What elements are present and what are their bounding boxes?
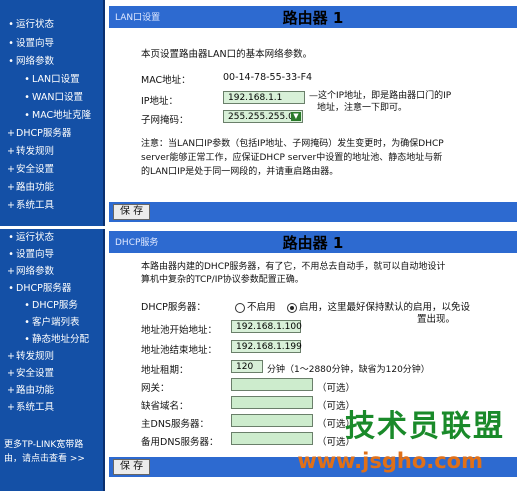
sidebar-item[interactable]: +网络参数 [0, 265, 54, 279]
section-header: LAN口设置 路由器 1 [109, 6, 517, 28]
radio-on[interactable] [287, 302, 297, 313]
note-line2: server能够正常工作，应保证DHCP server中设置的地址池、静态地址与… [141, 153, 443, 163]
sidebar-item[interactable]: +安全设置 [0, 367, 54, 381]
sidebar-item[interactable]: +路由功能 [0, 181, 54, 195]
optional-hint: （可选） [317, 383, 356, 394]
watermark-url: www.jsgho.com [297, 449, 483, 473]
sidebar-item[interactable]: • 设置向导 [0, 248, 54, 262]
sidebar-subitem[interactable]: • DHCP服务 [0, 299, 78, 313]
chevron-down-icon: ▼ [291, 112, 301, 121]
sidebar-item-label: LAN口设置 [32, 74, 80, 85]
sidebar-item-label: 转发规则 [16, 351, 55, 362]
sidebar-item-label: 运行状态 [16, 19, 55, 30]
sidebar-item-label: 安全设置 [16, 164, 55, 175]
intro-line1: 本路由器内建的DHCP服务器，有了它，不用总去自动手，就可以自动地设计 [141, 262, 446, 272]
sidebar-item-label: DHCP服务器 [16, 283, 72, 294]
sidebar-item-label: 设置向导 [16, 38, 55, 49]
sidebar-item-label: 路由功能 [16, 385, 55, 396]
sidebar-nav: • 运行状态 • 设置向导 +网络参数 • DHCP服务器 • DHCP服务 • 客户端列… [0, 229, 103, 491]
gateway-label: 网关： [141, 383, 170, 394]
sidebar-item-label: 设置向导 [16, 249, 55, 260]
dhcp-off-label: 不启用 [247, 302, 276, 313]
sidebar-item[interactable]: +转发规则 [0, 145, 54, 159]
section-header: DHCP服务 路由器 1 [109, 231, 517, 253]
sidebar-item-label: 安全设置 [16, 368, 55, 379]
note-line1: 注意：当LAN口IP参数（包括IP地址、子网掩码）发生变更时，为确保DHCP [141, 139, 444, 149]
sidebar-item[interactable]: +路由功能 [0, 384, 54, 398]
mac-label: MAC地址： [141, 75, 191, 86]
gateway-input[interactable] [231, 378, 313, 391]
intro-line2: 算机中复杂的TCP/IP协议参数配置正确。 [141, 275, 304, 285]
pool-end-input[interactable]: 192.168.1.199 [231, 340, 302, 353]
lease-note: 分钟（1～2880分钟，缺省为120分钟） [267, 365, 430, 375]
sidebar-subitem[interactable]: • 客户端列表 [0, 316, 80, 330]
sidebar-item[interactable]: • 运行状态 [0, 18, 54, 32]
subnet-mask-label: 子网掩码： [141, 115, 189, 126]
ip-label: IP地址： [141, 96, 179, 107]
save-button[interactable]: 保 存 [113, 204, 151, 220]
sidebar-item-label: 客户端列表 [32, 317, 80, 328]
page-title: 路由器 1 [282, 9, 344, 27]
secondary-dns-input[interactable] [231, 432, 313, 445]
domain-input[interactable] [231, 396, 313, 409]
footer-bar [109, 202, 517, 222]
sidebar-item[interactable]: • 设置向导 [0, 37, 54, 51]
sidebar-item[interactable]: • 运行状态 [0, 231, 54, 245]
primary-dns-label: 主DNS服务器： [141, 419, 209, 430]
more-products-link-line1[interactable]: 更多TP-LINK宽带路 [4, 439, 83, 452]
sidebar-item-label: 网络参数 [16, 56, 55, 67]
lan-settings-panel: • 运行状态 • 设置向导 • 网络参数 • LAN口设置 • WAN口设置 • MAC地址… [0, 0, 527, 226]
domain-label: 缺省域名： [141, 401, 189, 412]
sidebar-nav: • 运行状态 • 设置向导 • 网络参数 • LAN口设置 • WAN口设置 • MAC地址… [0, 0, 103, 226]
secondary-dns-label: 备用DNS服务器： [141, 437, 219, 448]
pool-end-label: 地址池结束地址： [141, 345, 218, 356]
sidebar-item-label: 网络参数 [16, 266, 55, 277]
subnet-mask-select[interactable]: 255.255.255.0 ▼ [223, 110, 303, 123]
mac-value: 00-14-78-55-33-F4 [223, 72, 313, 83]
sidebar-item[interactable]: +系统工具 [0, 401, 54, 415]
sidebar-item-label: 静态地址分配 [32, 334, 90, 345]
sidebar-subitem[interactable]: • 静态地址分配 [0, 333, 89, 347]
lease-input[interactable]: 120 [231, 360, 263, 373]
sidebar-item-label: 系统工具 [16, 402, 55, 413]
dhcp-server-label: DHCP服务器： [141, 302, 206, 313]
radio-off[interactable] [235, 302, 245, 313]
more-products-link-line2[interactable]: 由，请点击查看 >> [4, 453, 85, 466]
intro-text: 本页设置路由器LAN口的基本网络参数。 [141, 49, 313, 60]
note-line3: 的LAN口IP是处于同一网段的，并请重启路由器。 [141, 167, 339, 177]
save-button[interactable]: 保 存 [113, 459, 151, 475]
ip-note-line2: 地址，注意一下即可。 [317, 103, 408, 113]
sidebar-item-label: 运行状态 [16, 232, 55, 243]
sidebar-item[interactable]: • 网络参数 [0, 55, 54, 69]
sidebar-item[interactable]: +系统工具 [0, 199, 54, 213]
sidebar-item-label: 系统工具 [16, 200, 55, 211]
ip-address-input[interactable]: 192.168.1.1 [223, 91, 305, 104]
sidebar-item[interactable]: • DHCP服务器 [0, 282, 71, 296]
page-title: 路由器 1 [282, 234, 344, 252]
subnet-mask-value: 255.255.255.0 [228, 112, 294, 122]
sidebar-subitem[interactable]: • MAC地址克隆 [0, 109, 91, 123]
primary-dns-input[interactable] [231, 414, 313, 427]
dhcp-off-option[interactable]: 不启用 [235, 299, 276, 313]
lan-settings-content: LAN口设置 路由器 1 本页设置路由器LAN口的基本网络参数。 MAC地址： … [103, 0, 527, 226]
sidebar-item-label: WAN口设置 [32, 92, 83, 103]
sidebar-subitem[interactable]: • LAN口设置 [0, 73, 80, 87]
lease-label: 地址租期： [141, 365, 189, 376]
sidebar-item-label: MAC地址克隆 [32, 110, 92, 121]
sidebar-item-label: DHCP服务 [32, 300, 78, 311]
dhcp-on-label-line2: 置出现。 [417, 314, 456, 325]
watermark-logo: 技术员联盟 [345, 409, 505, 444]
sidebar-subitem[interactable]: • WAN口设置 [0, 91, 83, 105]
sidebar-item[interactable]: +转发规则 [0, 350, 54, 364]
sidebar-item-label: DHCP服务器 [16, 128, 72, 139]
sidebar-item-label: 路由功能 [16, 182, 55, 193]
pool-start-label: 地址池开始地址： [141, 325, 218, 336]
sidebar-item-label: 转发规则 [16, 146, 55, 157]
sidebar-item[interactable]: +DHCP服务器 [0, 127, 71, 141]
sidebar-item[interactable]: +安全设置 [0, 163, 54, 177]
pool-start-input[interactable]: 192.168.1.100 [231, 320, 302, 333]
